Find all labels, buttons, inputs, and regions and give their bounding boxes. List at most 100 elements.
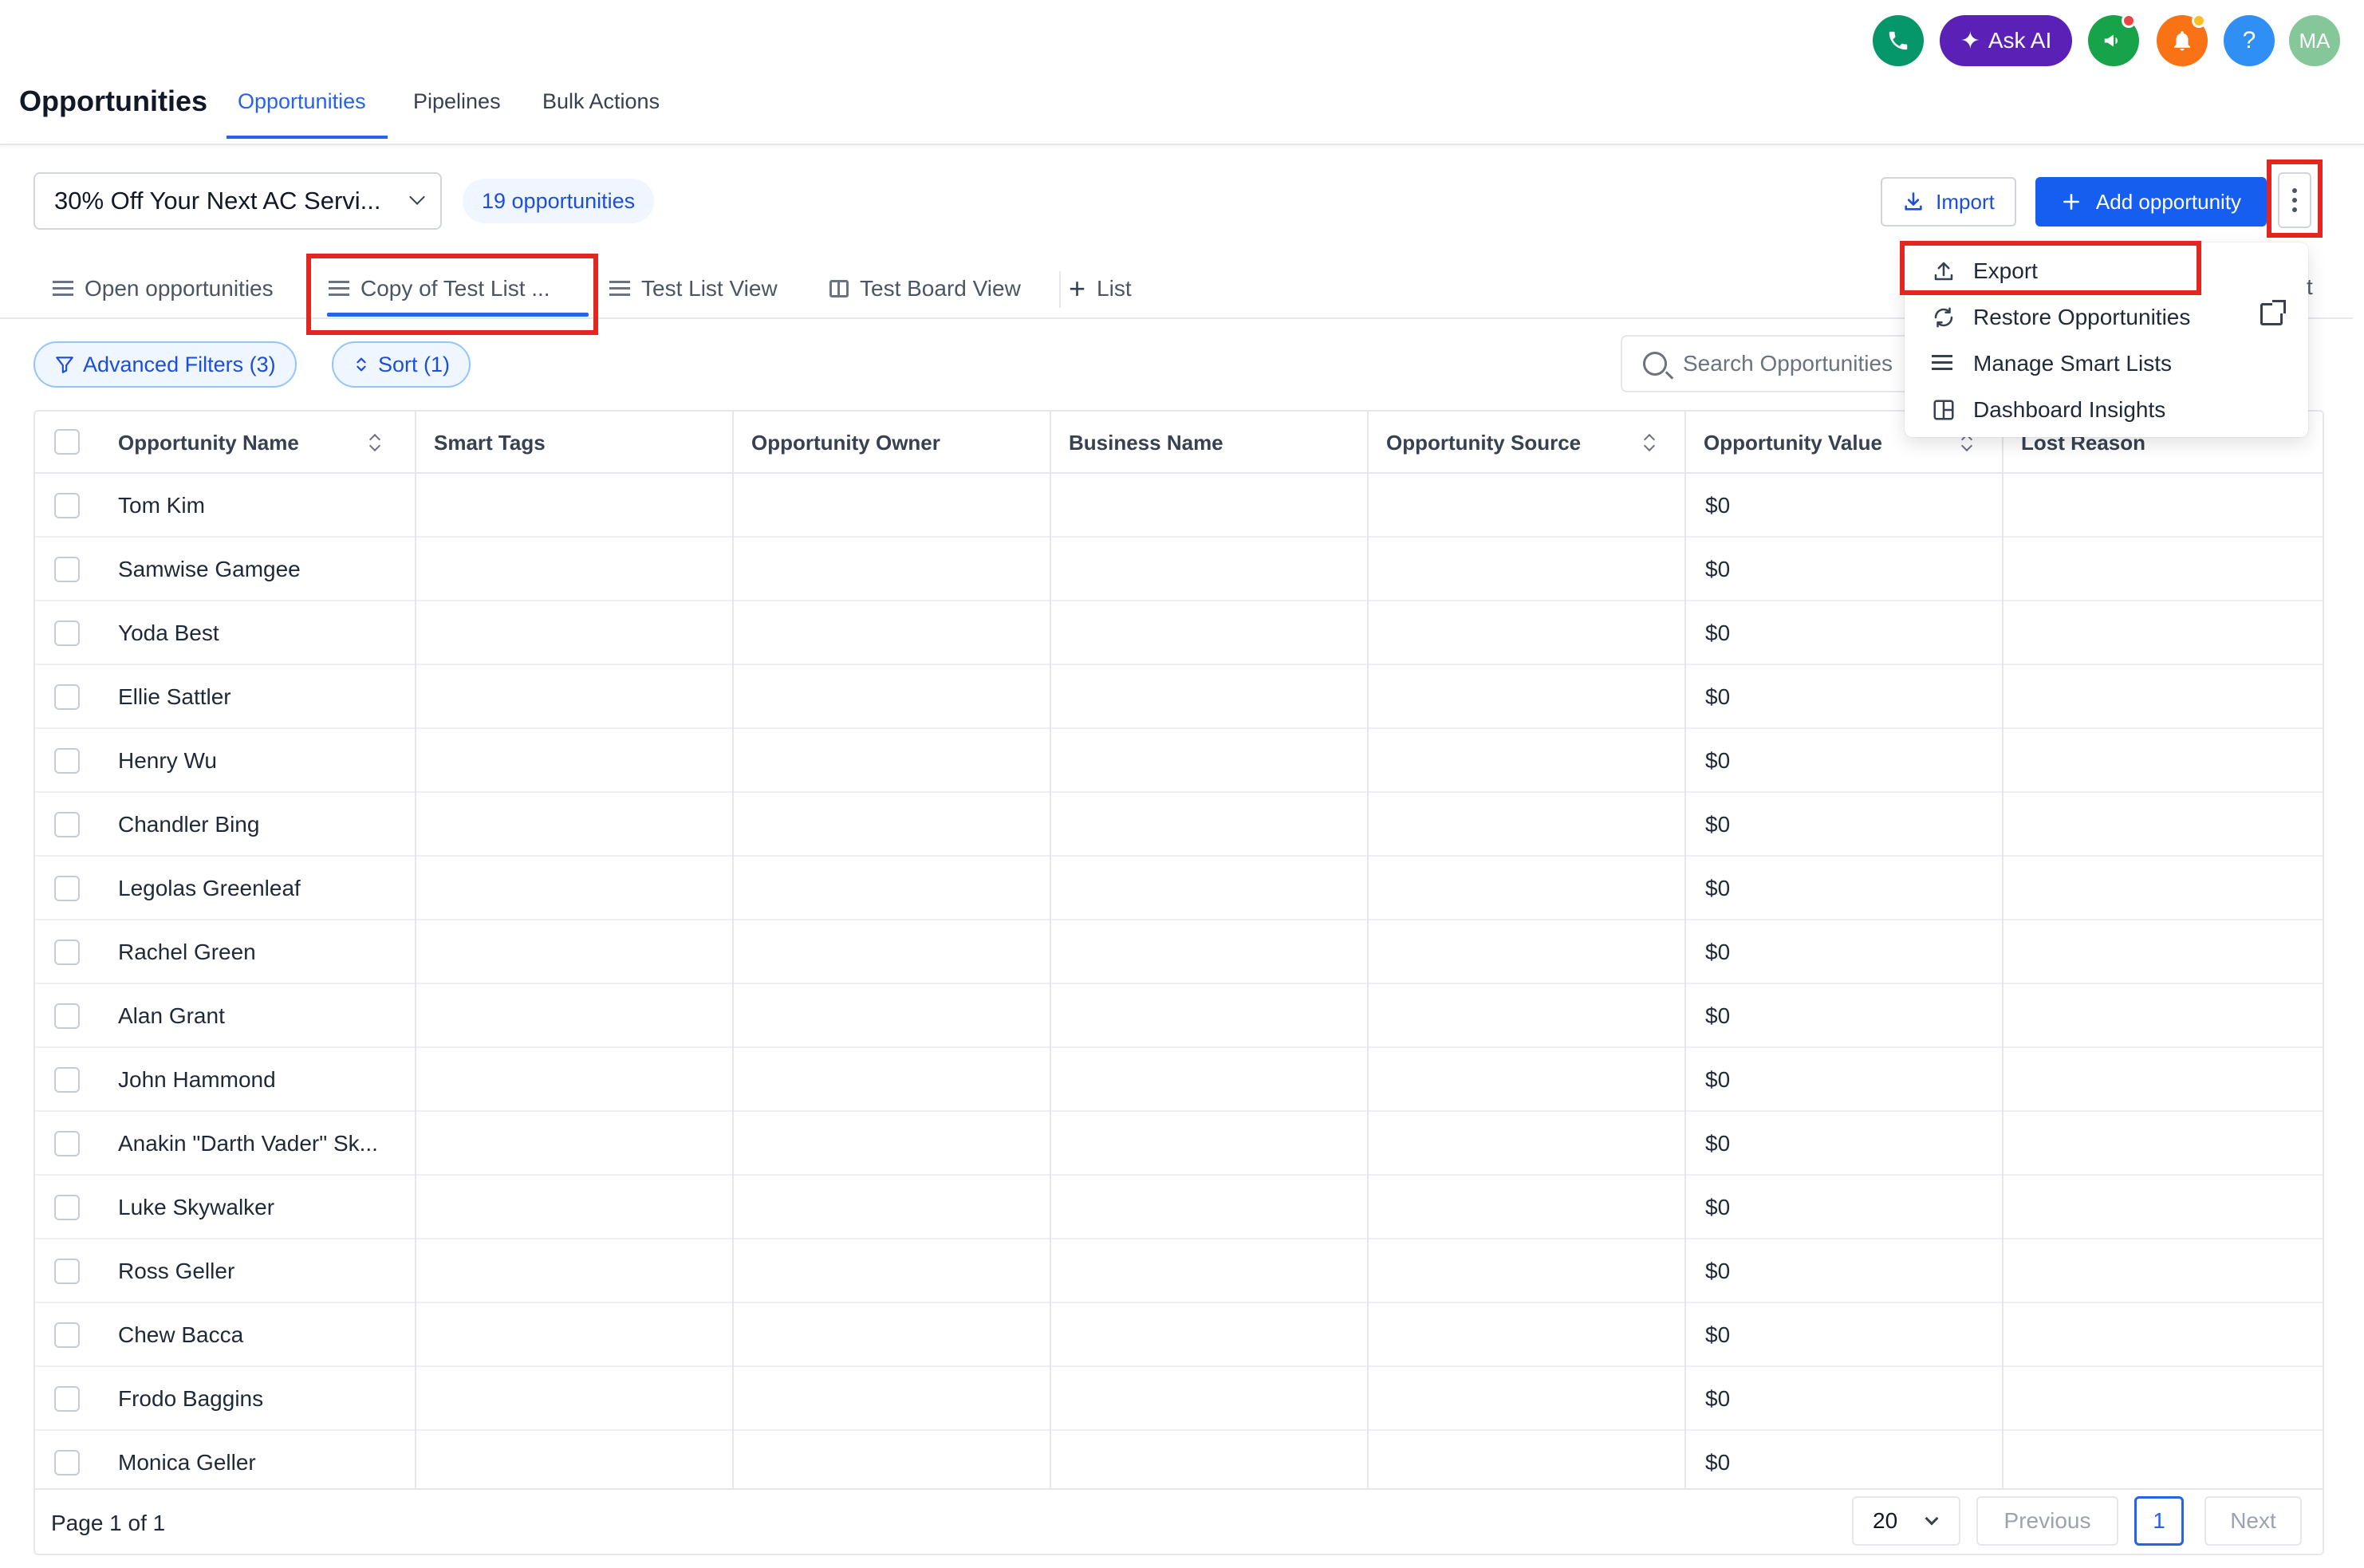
table-row[interactable]: Chandler Bing $0 — [35, 793, 2323, 857]
table-row[interactable]: Yoda Best $0 — [35, 601, 2323, 665]
table-row[interactable]: Samwise Gamgee $0 — [35, 538, 2323, 601]
opportunity-name[interactable]: Ellie Sattler — [118, 684, 231, 710]
row-checkbox[interactable] — [54, 1003, 80, 1029]
column-header[interactable]: Opportunity Name — [99, 412, 299, 474]
row-checkbox[interactable] — [54, 748, 80, 774]
row-checkbox[interactable] — [54, 1195, 80, 1220]
opportunity-name[interactable]: Frodo Baggins — [118, 1386, 263, 1412]
opportunity-name[interactable]: Yoda Best — [118, 621, 219, 646]
column-header[interactable]: Opportunity Source — [1367, 412, 1581, 474]
tab-opportunities[interactable]: Opportunities — [238, 89, 366, 114]
row-checkbox[interactable] — [54, 1259, 80, 1284]
column-header[interactable]: Smart Tags — [415, 412, 546, 474]
row-checkbox[interactable] — [54, 557, 80, 582]
add-list-button[interactable]: + List — [1069, 271, 1132, 306]
previous-page-button[interactable]: Previous — [1976, 1496, 2118, 1546]
column-header[interactable]: Opportunity Value — [1684, 412, 1882, 474]
opportunity-name[interactable]: Luke Skywalker — [118, 1195, 274, 1220]
view-tab-test-list-view[interactable]: Test List View — [609, 271, 778, 306]
menu-item-manage-smart-lists[interactable]: Manage Smart Lists — [1932, 346, 2172, 381]
sort-button[interactable]: Sort (1) — [332, 341, 471, 388]
highlight-more-options — [2267, 160, 2323, 238]
phone-icon — [1889, 31, 1908, 50]
table-row[interactable]: Henry Wu $0 — [35, 729, 2323, 793]
opportunity-name[interactable]: Chew Bacca — [118, 1322, 243, 1348]
add-list-label: List — [1097, 276, 1132, 301]
view-tab-open-opportunities[interactable]: Open opportunities — [53, 271, 274, 306]
row-checkbox[interactable] — [54, 1322, 80, 1348]
current-page-button[interactable]: 1 — [2134, 1496, 2184, 1546]
column-header[interactable]: Business Name — [1050, 412, 1223, 474]
help-button[interactable]: ? — [2224, 15, 2275, 66]
announcements-button[interactable] — [2088, 14, 2139, 66]
table-row[interactable]: Luke Skywalker $0 — [35, 1176, 2323, 1239]
table-row[interactable]: Ellie Sattler $0 — [35, 665, 2323, 729]
add-opportunity-button[interactable]: Add opportunity — [2035, 177, 2267, 227]
pipeline-select[interactable]: 30% Off Your Next AC Servi... — [33, 172, 442, 230]
table-row[interactable]: John Hammond $0 — [35, 1048, 2323, 1112]
menu-item-restore-opportunities[interactable]: Restore Opportunities — [1932, 300, 2190, 335]
view-tab-test-board-view[interactable]: Test Board View — [829, 271, 1021, 306]
list-icon — [53, 281, 73, 297]
column-divider — [1684, 412, 1686, 1488]
highlight-export — [1900, 241, 2201, 295]
advanced-filters-label: Advanced Filters (3) — [83, 352, 276, 376]
table-row[interactable]: Legolas Greenleaf $0 — [35, 857, 2323, 920]
advanced-filters-button[interactable]: Advanced Filters (3) — [33, 341, 297, 388]
row-checkbox[interactable] — [54, 1386, 80, 1412]
table-row[interactable]: Anakin "Darth Vader" Sk... $0 — [35, 1112, 2323, 1176]
opportunity-name[interactable]: Legolas Greenleaf — [118, 876, 301, 901]
notifications-button[interactable] — [2157, 14, 2208, 66]
avatar[interactable]: MA — [2289, 15, 2340, 66]
ask-ai-button[interactable]: ✦ Ask AI — [1940, 15, 2072, 66]
row-checkbox[interactable] — [54, 1131, 80, 1156]
phone-button[interactable] — [1873, 15, 1924, 66]
page-size-select[interactable]: 20 — [1852, 1496, 1960, 1546]
row-checkbox[interactable] — [54, 621, 80, 646]
row-checkbox[interactable] — [54, 1450, 80, 1475]
next-page-button[interactable]: Next — [2204, 1496, 2302, 1546]
table-row[interactable]: Monica Geller $0 — [35, 1431, 2323, 1495]
table-row[interactable]: Alan Grant $0 — [35, 984, 2323, 1048]
row-checkbox[interactable] — [54, 493, 80, 518]
external-link-icon[interactable] — [2260, 300, 2286, 325]
row-checkbox[interactable] — [54, 876, 80, 901]
column-divider — [1050, 412, 1051, 1488]
table-row[interactable]: Chew Bacca $0 — [35, 1303, 2323, 1367]
opportunity-name[interactable]: Chandler Bing — [118, 812, 259, 837]
select-all-checkbox[interactable] — [54, 429, 80, 455]
opportunity-name[interactable]: Monica Geller — [118, 1450, 256, 1475]
import-button[interactable]: Import — [1881, 177, 2016, 227]
row-checkbox[interactable] — [54, 812, 80, 837]
sort-arrows-icon[interactable] — [368, 434, 380, 451]
row-checkbox[interactable] — [54, 940, 80, 965]
table-row[interactable]: Ross Geller $0 — [35, 1239, 2323, 1303]
page-indicator: Page 1 of 1 — [51, 1511, 166, 1535]
opportunity-name[interactable]: Tom Kim — [118, 493, 205, 518]
table-row[interactable]: Frodo Baggins $0 — [35, 1367, 2323, 1431]
column-divider — [415, 412, 416, 1488]
opportunity-name[interactable]: Rachel Green — [118, 940, 256, 965]
table-row[interactable]: Tom Kim $0 — [35, 474, 2323, 538]
tab-pipelines[interactable]: Pipelines — [413, 89, 501, 114]
opportunity-name[interactable]: Henry Wu — [118, 748, 217, 774]
sort-arrows-icon[interactable] — [1643, 434, 1654, 451]
column-header[interactable]: Opportunity Owner — [732, 412, 940, 474]
board-icon — [829, 280, 849, 297]
view-tab-label: Open opportunities — [85, 276, 274, 301]
column-divider — [732, 412, 734, 1488]
opportunity-name[interactable]: Samwise Gamgee — [118, 557, 301, 582]
pipeline-select-value: 30% Off Your Next AC Servi... — [54, 187, 381, 215]
table-row[interactable]: Rachel Green $0 — [35, 920, 2323, 984]
sort-icon — [357, 357, 366, 372]
tab-bulk-actions[interactable]: Bulk Actions — [542, 89, 660, 114]
opportunity-name[interactable]: Alan Grant — [118, 1003, 225, 1029]
menu-item-dashboard-insights[interactable]: Dashboard Insights — [1932, 392, 2165, 427]
opportunity-name[interactable]: Ross Geller — [118, 1259, 234, 1284]
row-checkbox[interactable] — [54, 684, 80, 710]
opportunity-name[interactable]: John Hammond — [118, 1067, 276, 1093]
notification-badge — [2192, 14, 2206, 28]
opportunity-value: $0 — [1705, 940, 1731, 964]
opportunity-name[interactable]: Anakin "Darth Vader" Sk... — [118, 1131, 378, 1156]
row-checkbox[interactable] — [54, 1067, 80, 1093]
